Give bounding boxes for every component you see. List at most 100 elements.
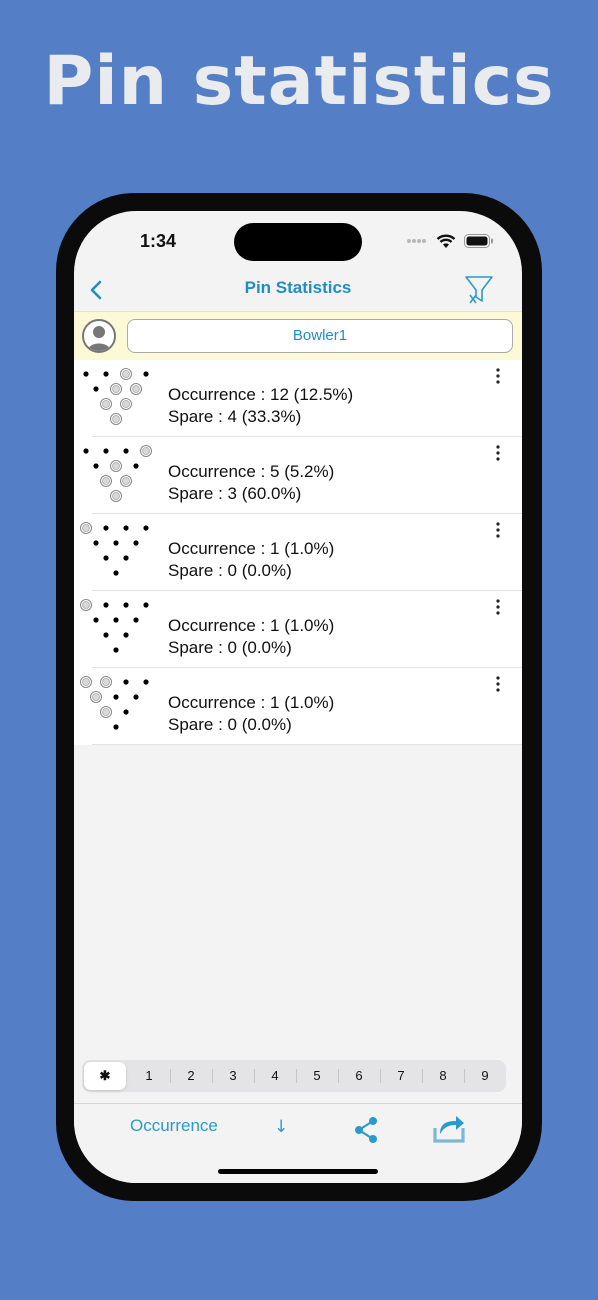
stat-row[interactable]: Occurrence : 1 (1.0%) Spare : 0 (0.0%) xyxy=(80,514,522,591)
standing-pin-2 xyxy=(103,632,109,638)
frame-segment-1[interactable]: 1 xyxy=(128,1062,170,1090)
standing-pin-9 xyxy=(123,602,129,608)
knocked-pin-inner-7 xyxy=(82,601,90,609)
standing-pin-4 xyxy=(93,463,99,469)
knocked-pin-inner-2 xyxy=(102,477,110,485)
export-button[interactable] xyxy=(432,1112,466,1144)
avatar[interactable] xyxy=(82,319,116,353)
standing-pin-10 xyxy=(143,602,149,608)
standing-pin-5 xyxy=(113,617,119,623)
knocked-pin-inner-7 xyxy=(82,678,90,686)
knocked-pin-inner-3 xyxy=(122,400,130,408)
occurrence-text: Occurrence : 5 (5.2%) xyxy=(168,462,335,481)
standing-pin-4 xyxy=(93,540,99,546)
occurrence-text: Occurrence : 12 (12.5%) xyxy=(168,385,354,404)
standing-pin-9 xyxy=(123,525,129,531)
standing-pin-6 xyxy=(133,463,139,469)
pin-diagram xyxy=(83,445,152,502)
share-button[interactable] xyxy=(353,1116,379,1144)
frame-segment-7[interactable]: 7 xyxy=(380,1062,422,1090)
spare-text: Spare : 0 (0.0%) xyxy=(168,715,292,734)
pin-diagram xyxy=(80,522,149,576)
standing-pin-3 xyxy=(123,709,129,715)
wifi-icon xyxy=(436,234,456,248)
spare-text: Spare : 3 (60.0%) xyxy=(168,484,302,503)
battery-icon xyxy=(464,234,493,248)
knocked-pin-inner-1 xyxy=(112,492,120,500)
more-vertical-icon[interactable] xyxy=(492,674,504,694)
frame-segment-5[interactable]: 5 xyxy=(296,1062,338,1090)
home-indicator xyxy=(218,1169,378,1174)
status-icons xyxy=(406,233,494,249)
knocked-pin-inner-4 xyxy=(92,693,100,701)
navigation-bar: Pin Statistics xyxy=(74,269,522,311)
standing-pin-1 xyxy=(113,647,119,653)
promo-title: Pin statistics xyxy=(43,42,555,121)
dynamic-island xyxy=(234,223,362,261)
bottom-toolbar: Occurrence ↓ xyxy=(74,1103,522,1183)
standing-pin-8 xyxy=(103,602,109,608)
standing-pin-7 xyxy=(83,448,89,454)
standing-pin-8 xyxy=(103,525,109,531)
standing-pin-8 xyxy=(103,448,109,454)
knocked-pin-inner-7 xyxy=(82,524,90,532)
app-screen: 1:34 Pin Statistics Bowler1 Occurrence:… xyxy=(74,211,522,1183)
knocked-pin-inner-6 xyxy=(132,385,140,393)
standing-pin-9 xyxy=(123,679,129,685)
sort-direction-button[interactable]: ↓ xyxy=(274,1117,288,1137)
stat-row[interactable]: Occurrence : 1 (1.0%) Spare : 0 (0.0%) xyxy=(80,591,522,668)
knocked-pin-inner-10 xyxy=(142,447,150,455)
knocked-pin-inner-2 xyxy=(102,708,110,716)
more-vertical-icon[interactable] xyxy=(492,520,504,540)
frame-segment-6[interactable]: 6 xyxy=(338,1062,380,1090)
frame-selector: ✱ 1 2 3 4 5 6 7 8 9 xyxy=(82,1060,506,1092)
standing-pin-10 xyxy=(143,679,149,685)
frame-segment-all[interactable]: ✱ xyxy=(84,1062,126,1090)
frame-segment-3[interactable]: 3 xyxy=(212,1062,254,1090)
pin-diagram xyxy=(80,599,149,653)
knocked-pin-inner-5 xyxy=(112,385,120,393)
knocked-pin-inner-3 xyxy=(122,477,130,485)
knocked-pin-inner-8 xyxy=(102,678,110,686)
status-bar: 1:34 xyxy=(74,211,522,269)
standing-pin-8 xyxy=(103,371,109,377)
standing-pin-4 xyxy=(93,386,99,392)
standing-pin-5 xyxy=(113,694,119,700)
frame-segment-8[interactable]: 8 xyxy=(422,1062,464,1090)
standing-pin-6 xyxy=(133,694,139,700)
spare-text: Spare : 0 (0.0%) xyxy=(168,561,292,580)
sort-by-button[interactable]: Occurrence xyxy=(130,1116,218,1136)
more-vertical-icon[interactable] xyxy=(492,443,504,463)
stat-row[interactable]: Occurrence : 12 (12.5%) Spare : 4 (33.3%… xyxy=(83,360,522,437)
pin-diagram xyxy=(83,368,149,425)
cellular-icon xyxy=(407,239,426,243)
knocked-pin-inner-1 xyxy=(112,415,120,423)
filter-button[interactable] xyxy=(462,271,496,307)
bowler-selector[interactable]: Bowler1 xyxy=(127,319,513,353)
frame-segment-9[interactable]: 9 xyxy=(464,1062,506,1090)
stat-row[interactable]: Occurrence : 5 (5.2%) Spare : 3 (60.0%) xyxy=(83,437,522,514)
more-vertical-icon[interactable] xyxy=(492,366,504,386)
pin-diagram xyxy=(80,676,149,730)
standing-pin-6 xyxy=(133,540,139,546)
knocked-pin-inner-5 xyxy=(112,462,120,470)
standing-pin-7 xyxy=(83,371,89,377)
filter-clear-icon xyxy=(465,276,493,304)
knocked-pin-inner-9 xyxy=(122,370,130,378)
person-icon xyxy=(88,326,110,351)
frame-segment-4[interactable]: 4 xyxy=(254,1062,296,1090)
standing-pin-2 xyxy=(103,555,109,561)
standing-pin-9 xyxy=(123,448,129,454)
standing-pin-3 xyxy=(123,555,129,561)
standing-pin-6 xyxy=(133,617,139,623)
spare-text: Spare : 4 (33.3%) xyxy=(168,407,302,426)
standing-pin-1 xyxy=(113,570,119,576)
page-title: Pin Statistics xyxy=(244,278,352,297)
pin-stat-list: Occurrence : 12 (12.5%) Spare : 4 (33.3%… xyxy=(74,360,522,745)
stat-row[interactable]: Occurrence : 1 (1.0%) Spare : 0 (0.0%) xyxy=(80,668,522,745)
frame-segment-2[interactable]: 2 xyxy=(170,1062,212,1090)
standing-pin-10 xyxy=(143,525,149,531)
more-vertical-icon[interactable] xyxy=(492,597,504,617)
standing-pin-10 xyxy=(143,371,149,377)
standing-pin-3 xyxy=(123,632,129,638)
